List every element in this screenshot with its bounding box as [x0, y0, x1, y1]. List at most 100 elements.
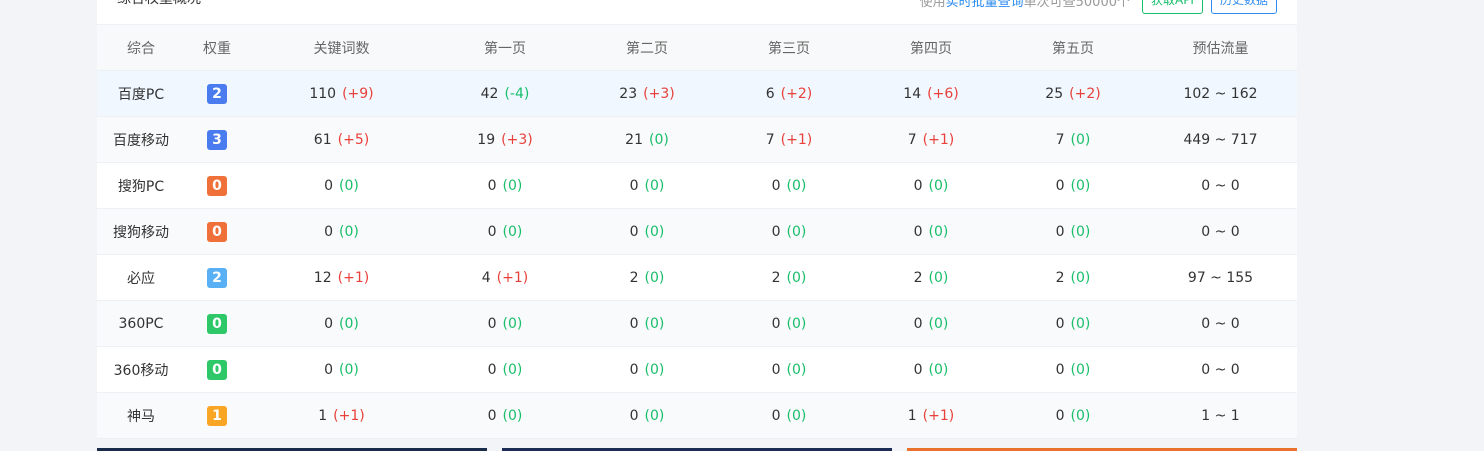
count-value[interactable]: 12	[314, 270, 332, 286]
rank-count-cell: 0 (0)	[249, 346, 434, 393]
rank-count-cell: 0 (0)	[576, 162, 718, 209]
batch-query-link[interactable]: 实时批量查询	[946, 0, 1024, 10]
count-value[interactable]: 0	[630, 224, 639, 240]
delta-value: (0)	[1070, 177, 1091, 194]
count-value[interactable]: 61	[314, 132, 332, 148]
count-value[interactable]: 0	[488, 178, 497, 194]
get-api-button[interactable]: 获取API	[1141, 0, 1203, 14]
count-value[interactable]: 2	[914, 270, 923, 286]
count-value[interactable]: 0	[1056, 408, 1065, 424]
count-value[interactable]: 1	[908, 408, 917, 424]
column-header: 第五页	[1002, 25, 1144, 71]
table-row: 必应 2 12 (+1) 4 (+1) 2 (0) 2 (0) 2 (0) 2 (0) 97 ~ 155	[97, 254, 1297, 301]
traffic-estimate: 449 ~ 717	[1144, 116, 1297, 163]
delta-value: (0)	[644, 407, 665, 424]
rank-count-cell: 0 (0)	[434, 300, 576, 347]
weight-badge: 0	[207, 359, 227, 380]
table-header-row: 综合 权重 关键词数 第一页 第二页 第三页 第四页 第五页 预估流量	[97, 25, 1297, 71]
count-value[interactable]: 0	[630, 408, 639, 424]
rank-count-cell: 0 (0)	[249, 300, 434, 347]
count-value[interactable]: 25	[1045, 86, 1063, 102]
delta-value: (0)	[1070, 361, 1091, 378]
count-value[interactable]: 0	[324, 316, 333, 332]
weight-badge: 0	[207, 221, 227, 242]
count-value[interactable]: 0	[630, 178, 639, 194]
rank-count-cell: 0 (0)	[1002, 208, 1144, 255]
count-value[interactable]: 0	[772, 362, 781, 378]
count-value[interactable]: 0	[1056, 362, 1065, 378]
count-value[interactable]: 0	[630, 316, 639, 332]
count-value[interactable]: 7	[1056, 132, 1065, 148]
count-value[interactable]: 4	[482, 270, 491, 286]
count-value[interactable]: 0	[488, 362, 497, 378]
count-value[interactable]: 42	[481, 86, 499, 102]
history-data-button[interactable]: 历史数据	[1210, 0, 1277, 14]
delta-value: (0)	[786, 315, 807, 332]
weight-table: 综合 权重 关键词数 第一页 第二页 第三页 第四页 第五页 预估流量 百度PC 2 110 (+9)…	[97, 25, 1297, 439]
count-value[interactable]: 0	[324, 224, 333, 240]
count-value[interactable]: 0	[772, 316, 781, 332]
count-value[interactable]: 2	[630, 270, 639, 286]
count-value[interactable]: 0	[324, 178, 333, 194]
count-value[interactable]: 0	[772, 408, 781, 424]
delta-value: (0)	[502, 177, 523, 194]
count-value[interactable]: 7	[908, 132, 917, 148]
rank-count-cell: 0 (0)	[1002, 392, 1144, 439]
count-value[interactable]: 0	[772, 178, 781, 194]
engine-name: 360移动	[97, 346, 185, 393]
rank-count-cell: 1 (+1)	[249, 392, 434, 439]
count-value[interactable]: 0	[1056, 178, 1065, 194]
delta-value: (0)	[644, 177, 665, 194]
rank-count-cell: 0 (0)	[718, 300, 860, 347]
count-value[interactable]: 2	[1056, 270, 1065, 286]
weight-overview-card: 综合权重概况 使用 实时批量查询 单次可查50000个 获取API 历史数据 综…	[97, 0, 1297, 439]
count-value[interactable]: 0	[630, 362, 639, 378]
rank-count-cell: 1 (+1)	[860, 392, 1002, 439]
count-value[interactable]: 0	[488, 408, 497, 424]
rank-count-cell: 0 (0)	[1002, 162, 1144, 209]
count-value[interactable]: 19	[477, 132, 495, 148]
weight-badge: 3	[207, 129, 227, 150]
engine-name: 百度移动	[97, 116, 185, 163]
count-value[interactable]: 2	[772, 270, 781, 286]
rank-count-cell: 7 (0)	[1002, 116, 1144, 163]
rank-count-cell: 6 (+2)	[718, 70, 860, 117]
delta-value: (0)	[928, 223, 949, 240]
rank-count-cell: 110 (+9)	[249, 70, 434, 117]
count-value[interactable]: 0	[914, 362, 923, 378]
count-value[interactable]: 6	[766, 86, 775, 102]
count-value[interactable]: 0	[1056, 224, 1065, 240]
rank-count-cell: 0 (0)	[249, 208, 434, 255]
traffic-estimate: 0 ~ 0	[1144, 346, 1297, 393]
count-value[interactable]: 0	[488, 316, 497, 332]
count-value[interactable]: 0	[1056, 316, 1065, 332]
count-value[interactable]: 0	[914, 224, 923, 240]
count-value[interactable]: 110	[309, 86, 336, 102]
engine-name: 360PC	[97, 300, 185, 347]
traffic-estimate: 0 ~ 0	[1144, 162, 1297, 209]
rank-count-cell: 61 (+5)	[249, 116, 434, 163]
count-value[interactable]: 0	[914, 178, 923, 194]
delta-value: (0)	[786, 361, 807, 378]
count-value[interactable]: 7	[766, 132, 775, 148]
delta-value: (+1)	[922, 407, 955, 424]
rank-count-cell: 4 (+1)	[434, 254, 576, 301]
column-header: 综合	[97, 25, 185, 71]
count-value[interactable]: 21	[625, 132, 643, 148]
rank-count-cell: 0 (0)	[1002, 300, 1144, 347]
traffic-estimate: 0 ~ 0	[1144, 208, 1297, 255]
count-value[interactable]: 0	[914, 316, 923, 332]
table-row: 百度移动 3 61 (+5) 19 (+3) 21 (0) 7 (+1) 7 (+1) 7 (0) 449 …	[97, 116, 1297, 163]
count-value[interactable]: 1	[318, 408, 327, 424]
rank-count-cell: 0 (0)	[718, 208, 860, 255]
traffic-estimate: 102 ~ 162	[1144, 70, 1297, 117]
table-row: 360移动 0 0 (0) 0 (0) 0 (0) 0 (0) 0 (0) 0 (0) 0 ~ 0	[97, 346, 1297, 393]
column-header: 预估流量	[1144, 25, 1297, 71]
column-header: 第三页	[718, 25, 860, 71]
count-value[interactable]: 23	[619, 86, 637, 102]
count-value[interactable]: 0	[488, 224, 497, 240]
count-value[interactable]: 14	[903, 86, 921, 102]
weight-cell: 0	[185, 346, 249, 393]
count-value[interactable]: 0	[772, 224, 781, 240]
count-value[interactable]: 0	[324, 362, 333, 378]
